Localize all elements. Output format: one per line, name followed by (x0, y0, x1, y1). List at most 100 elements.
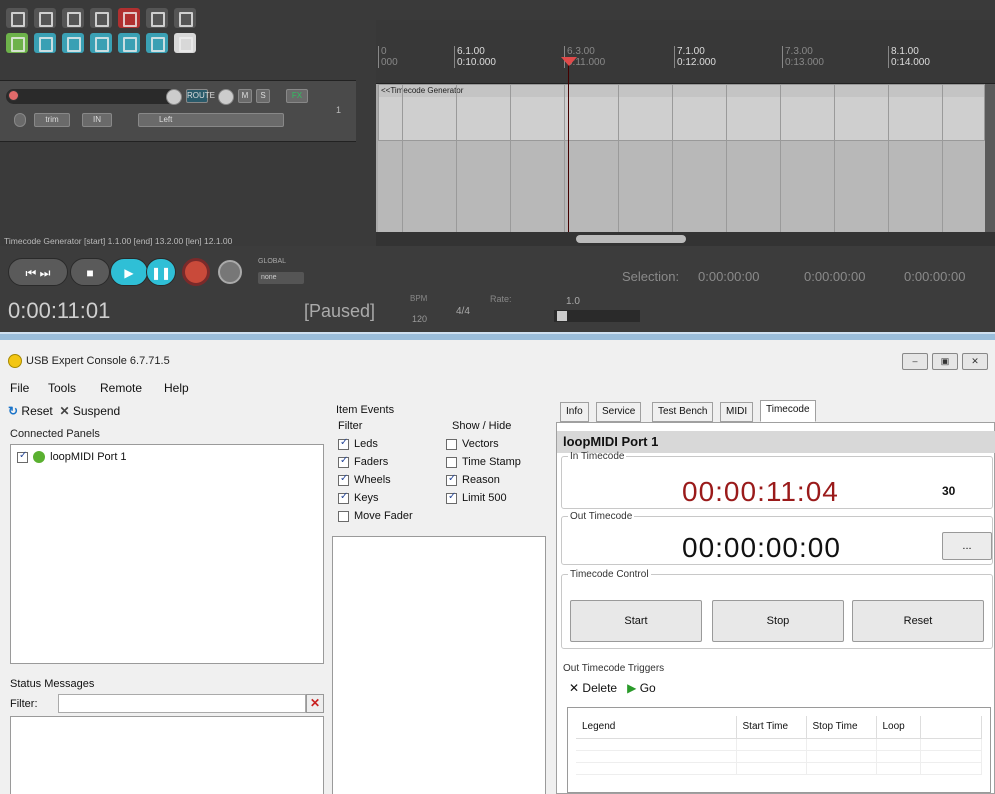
checkbox[interactable] (338, 510, 349, 522)
checkbox[interactable] (338, 455, 349, 468)
grid-snap-icon[interactable] (6, 33, 28, 53)
filter-faders-option[interactable]: Faders (338, 455, 388, 468)
show-reason-option[interactable]: Reason (446, 473, 500, 486)
go-icon[interactable]: ▶ (627, 681, 636, 695)
menu-help[interactable]: Help (164, 381, 189, 395)
show-limit-500-option[interactable]: Limit 500 (446, 491, 507, 504)
filter-move-fader-option[interactable]: Move Fader (338, 510, 413, 522)
input-select[interactable]: Left (138, 113, 284, 127)
tab-info[interactable]: Info (560, 402, 589, 422)
vertical-scrollbar[interactable] (985, 84, 995, 232)
checkbox[interactable] (446, 473, 457, 486)
lock-icon[interactable] (174, 33, 196, 53)
fx-button[interactable]: FX (286, 89, 308, 103)
refresh-icon[interactable]: ↻ (8, 404, 18, 418)
pause-button[interactable]: ❚❚ (146, 258, 176, 286)
timeline-ruler[interactable]: 0 000 6.1.00 0:10.000 6.3.00 0:11.000 7.1.00 0:… (376, 20, 995, 84)
grid-icon[interactable] (118, 33, 140, 53)
suspend-x-icon[interactable]: ✕ (59, 404, 69, 418)
filter-keys-option[interactable]: Keys (338, 491, 378, 504)
new-project-icon[interactable] (6, 8, 28, 28)
reset-button[interactable]: Reset (21, 404, 52, 418)
panel-checkbox[interactable] (17, 450, 28, 463)
menu-tools[interactable]: Tools (48, 381, 76, 395)
checkbox[interactable] (446, 456, 457, 468)
ripple-edit-icon[interactable] (34, 33, 56, 53)
arrange-view[interactable]: 0 000 6.1.00 0:10.000 6.3.00 0:11.000 7.1.00 0:… (376, 20, 995, 232)
save-project-icon[interactable] (62, 8, 84, 28)
time-display[interactable]: 0:00:11:01 (8, 298, 110, 324)
checkbox[interactable] (338, 437, 349, 450)
item-grouping-icon[interactable] (62, 33, 84, 53)
column-start-time[interactable]: Start Time (736, 716, 807, 739)
mute-button[interactable]: M (238, 89, 252, 103)
tab-midi[interactable]: MIDI (720, 402, 754, 422)
open-project-icon[interactable] (34, 8, 56, 28)
status-messages-list[interactable] (10, 716, 324, 794)
input-button[interactable]: IN (82, 113, 112, 127)
stop-timecode-button[interactable]: Stop (712, 600, 844, 642)
repeat-toggle-icon[interactable] (218, 260, 242, 284)
play-button[interactable]: ▶ (110, 258, 148, 286)
maximize-button[interactable]: ▣ (932, 353, 958, 370)
bpm-value[interactable]: 120 (412, 314, 427, 324)
go-button[interactable]: Go (640, 681, 656, 695)
project-settings-icon[interactable] (90, 8, 112, 28)
filter-leds-option[interactable]: Leds (338, 437, 378, 450)
show-time-stamp-option[interactable]: Time Stamp (446, 456, 521, 468)
envelope-icon[interactable] (90, 33, 112, 53)
delete-button[interactable]: Delete (582, 681, 617, 695)
rate-slider-thumb[interactable] (557, 311, 567, 321)
time-signature[interactable]: 4/4 (456, 306, 470, 317)
column-legend[interactable]: Legend (576, 716, 737, 739)
item-events-list[interactable] (332, 536, 546, 794)
table-row[interactable] (576, 750, 982, 763)
filter-wheels-option[interactable]: Wheels (338, 473, 391, 486)
undo-icon[interactable] (118, 8, 140, 28)
trim-button[interactable]: trim (34, 113, 70, 127)
clear-filter-icon[interactable]: ✕ (306, 694, 324, 713)
track-name-field[interactable] (6, 89, 176, 104)
rate-slider[interactable] (554, 310, 640, 322)
suspend-button[interactable]: Suspend (73, 404, 120, 418)
automation-mode-select[interactable]: none (258, 272, 304, 284)
filter-input[interactable] (58, 694, 306, 713)
menu-file[interactable]: File (10, 381, 29, 395)
pan-knob[interactable] (218, 89, 234, 105)
record-button[interactable] (182, 258, 210, 286)
checkbox[interactable] (446, 491, 457, 504)
triggers-grid[interactable]: Legend Start Time Stop Time Loop (567, 707, 991, 793)
menu-remote[interactable]: Remote (100, 381, 142, 395)
checkbox[interactable] (338, 473, 349, 486)
close-button[interactable]: ✕ (962, 353, 988, 370)
table-row[interactable] (576, 738, 982, 751)
redo-icon[interactable] (146, 8, 168, 28)
column-stop-time[interactable]: Stop Time (806, 716, 877, 739)
solo-button[interactable]: S (256, 89, 270, 103)
playhead-marker-icon[interactable] (561, 57, 577, 66)
record-arm-icon[interactable] (8, 90, 19, 101)
start-button[interactable]: Start (570, 600, 702, 642)
checkbox[interactable] (446, 438, 457, 450)
go-to-start-button[interactable]: ⏮ ⏭ (8, 258, 68, 286)
tab-service[interactable]: Service (596, 402, 642, 422)
loop-icon[interactable] (146, 33, 168, 53)
stop-button[interactable]: ■ (70, 258, 110, 286)
column-loop[interactable]: Loop (876, 716, 921, 739)
title-bar[interactable]: USB Expert Console 6.7.71.5 – ▣ ✕ (0, 350, 995, 374)
minimize-button[interactable]: – (902, 353, 928, 370)
reset-timecode-button[interactable]: Reset (852, 600, 984, 642)
metronome-icon[interactable] (174, 8, 196, 28)
tab-timecode[interactable]: Timecode (760, 400, 816, 422)
list-item[interactable]: loopMIDI Port 1 (17, 450, 127, 464)
horizontal-scrollbar[interactable] (376, 232, 995, 246)
route-button[interactable]: ROUTE (186, 89, 215, 103)
tab-test-bench[interactable]: Test Bench (652, 402, 714, 422)
table-row[interactable] (576, 762, 982, 775)
volume-knob[interactable] (166, 89, 182, 105)
delete-icon[interactable]: ✕ (569, 681, 579, 695)
show-vectors-option[interactable]: Vectors (446, 438, 499, 450)
connected-panels-list[interactable]: loopMIDI Port 1 (10, 444, 324, 664)
horizontal-scroll-thumb[interactable] (576, 235, 686, 243)
monitor-icon[interactable] (14, 113, 26, 127)
